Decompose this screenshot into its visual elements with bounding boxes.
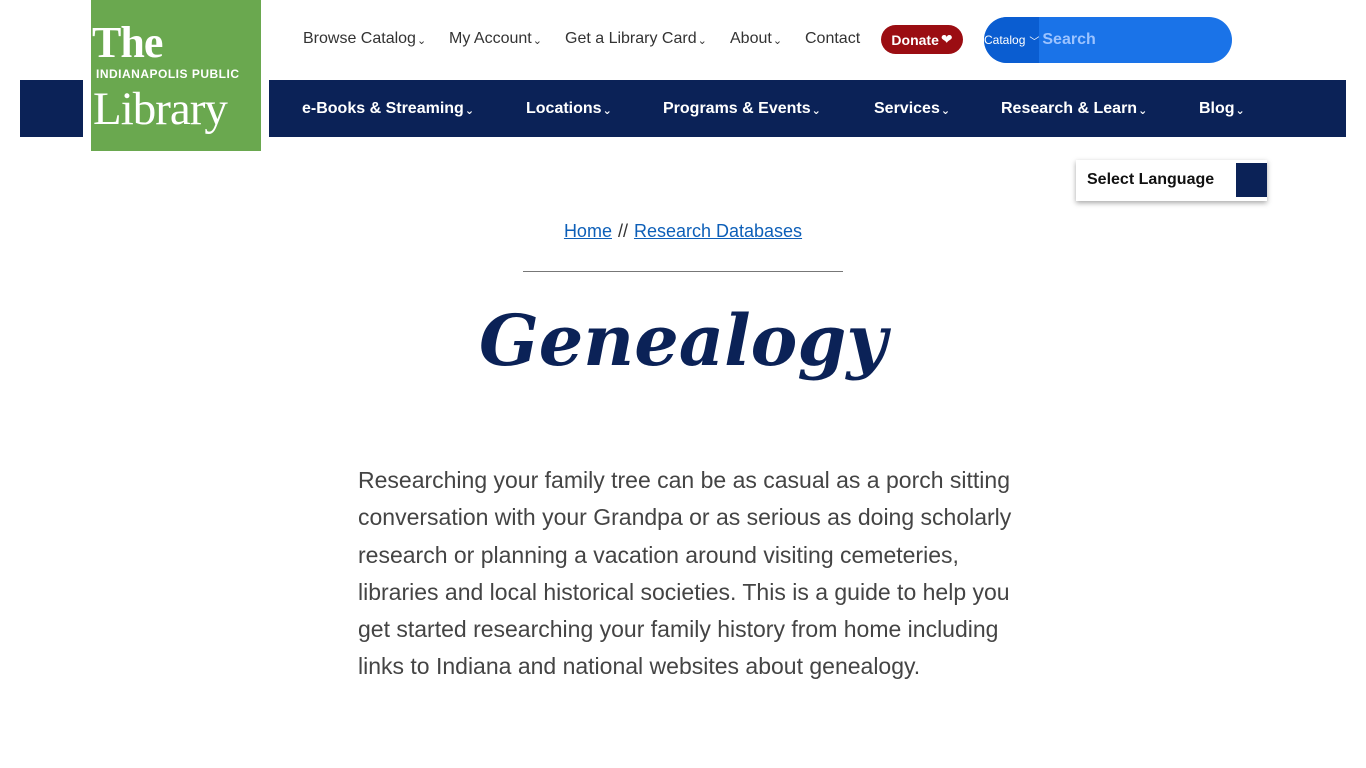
search-input[interactable] [1039,17,1232,63]
util-nav-label: Contact [805,30,861,47]
library-logo[interactable]: The INDIANAPOLIS PUBLIC Library [91,0,261,151]
chevron-down-icon: ﹀ [1029,36,1040,48]
chevron-down-icon: ⌄ [1235,105,1245,117]
nav-label: Programs & Events [663,100,811,117]
chevron-down-icon: ⌄ [940,105,951,117]
util-nav-label: Browse Catalog [303,30,416,47]
util-nav-contact[interactable]: Contact [805,30,860,48]
chevron-down-icon: ⌄ [416,35,427,47]
chevron-down-icon: ⌄ [772,35,783,47]
search-scope-dropdown[interactable]: Catalog ﹀ [984,17,1040,63]
breadcrumb-home-link[interactable]: Home [564,221,612,241]
donate-label: Donate [891,31,939,48]
logo-text-library: Library [93,83,228,135]
page-title: Genealogy [478,299,887,382]
nav-programs-events[interactable]: Programs & Events⌄ [663,80,821,137]
language-dropdown-toggle [1236,163,1267,197]
search-scope-label: Catalog [984,33,1026,47]
intro-paragraph: Researching your family tree can be as c… [358,467,1012,680]
breadcrumb: Home// Research Databases [0,221,1366,242]
util-nav-my-account[interactable]: My Account⌄ [449,30,542,49]
donate-button[interactable]: Donate ❤ [881,25,963,54]
nav-label: Services [874,100,940,117]
nav-label: e-Books & Streaming [302,100,464,117]
util-nav-label: About [730,30,772,47]
nav-label: Research & Learn [1001,100,1138,117]
title-divider [523,271,843,272]
heart-icon: ❤ [940,31,953,47]
language-label: Select Language [1087,171,1215,188]
nav-blog[interactable]: Blog⌄ [1199,80,1245,137]
logo-border [83,80,91,137]
chevron-down-icon: ⌄ [811,105,821,117]
logo-text-indianapolis-public: INDIANAPOLIS PUBLIC [96,67,240,81]
util-nav-library-card[interactable]: Get a Library Card⌄ [565,30,707,49]
util-nav-label: My Account [449,30,532,47]
nav-label: Blog [1199,100,1235,117]
breadcrumb-research-databases-link[interactable]: Research Databases [634,221,802,241]
logo-border [261,80,269,137]
catalog-search: Catalog ﹀ [984,17,1232,63]
nav-ebooks-streaming[interactable]: e-Books & Streaming⌄ [302,80,474,137]
util-nav-label: Get a Library Card [565,30,697,47]
chevron-down-icon: ⌄ [697,35,707,47]
nav-services[interactable]: Services⌄ [874,80,950,137]
language-selector[interactable]: Select Language [1076,160,1267,201]
chevron-down-icon: ⌄ [1138,105,1148,117]
chevron-down-icon: ⌄ [464,105,475,117]
breadcrumb-separator: // [617,221,628,241]
nav-research-learn[interactable]: Research & Learn⌄ [1001,80,1147,137]
chevron-down-icon: ⌄ [532,35,542,47]
chevron-down-icon: ⌄ [602,105,612,117]
util-nav-browse-catalog[interactable]: Browse Catalog⌄ [303,30,426,49]
logo-text-the: The [92,18,163,67]
nav-locations[interactable]: Locations⌄ [526,80,612,137]
nav-label: Locations [526,100,602,117]
util-nav-about[interactable]: About⌄ [730,30,782,49]
